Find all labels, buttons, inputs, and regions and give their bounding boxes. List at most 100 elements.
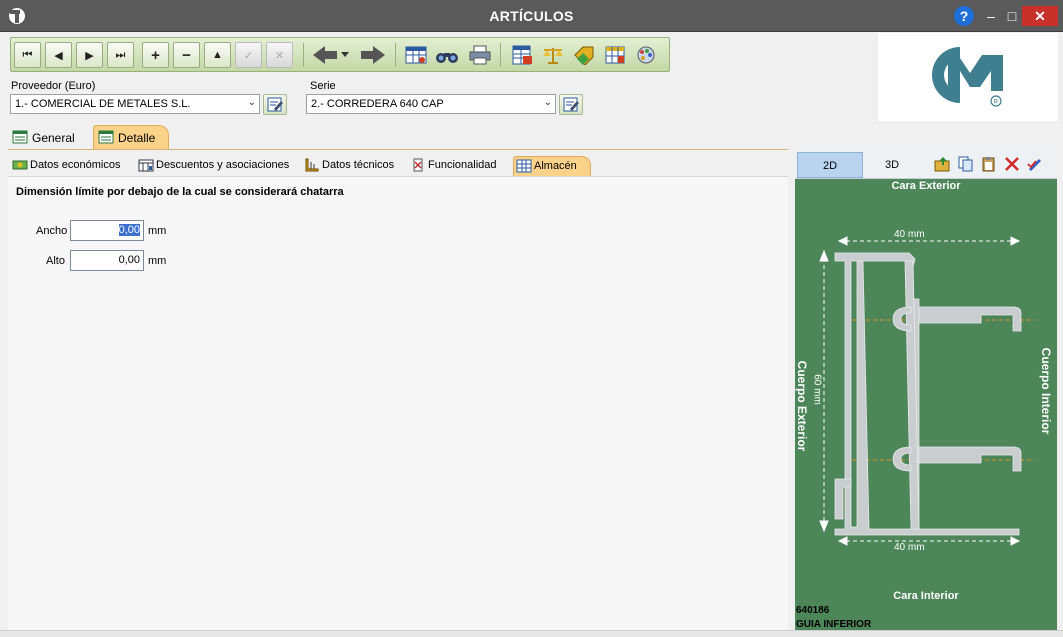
delete-x-icon — [1005, 157, 1019, 171]
subtab-datos-economicos[interactable]: Datos económicos — [10, 156, 130, 176]
ancho-input[interactable]: 0,00 — [70, 220, 144, 241]
plus-icon: + — [151, 46, 160, 64]
title-bar: ARTÍCULOS ? – □ ✕ — [0, 0, 1063, 32]
tab-general[interactable]: General — [8, 126, 88, 150]
grid-icon — [605, 46, 624, 64]
print-button[interactable] — [466, 42, 493, 68]
palette-button[interactable] — [632, 42, 659, 68]
toolbar-separator — [303, 43, 304, 67]
subtab-label: Datos técnicos — [322, 159, 395, 171]
section-title: Dimensión límite por debajo de la cual s… — [16, 186, 344, 198]
warehouse-grid-icon — [516, 159, 532, 173]
cancel-edit-button[interactable]: ✕ — [266, 42, 293, 68]
table-icon — [405, 46, 426, 64]
ancho-label: Ancho — [36, 225, 68, 237]
profile-section-shape — [819, 236, 1035, 546]
subtab-label: Almacén — [534, 160, 577, 172]
form-icon — [12, 130, 28, 144]
edit-record-button[interactable]: ▲ — [204, 42, 231, 68]
copy-button[interactable] — [956, 154, 976, 174]
subtab-descuentos[interactable]: Descuentos y asociaciones — [136, 156, 296, 176]
serie-edit-button[interactable] — [559, 94, 583, 115]
ancho-value: 0,00 — [118, 224, 140, 236]
tab-detalle[interactable]: Detalle — [93, 125, 169, 150]
back-button[interactable] — [310, 42, 352, 68]
next-record-button[interactable]: ▶ — [76, 42, 103, 68]
tab-underline — [8, 149, 788, 150]
company-logo: R — [878, 33, 1058, 121]
search-button[interactable] — [433, 42, 460, 68]
subtab-almacen[interactable]: Almacén — [513, 156, 591, 176]
delete-drawing-button[interactable] — [1002, 154, 1022, 174]
almacen-panel — [8, 176, 788, 630]
serie-select[interactable]: 2.- CORREDERA 640 CAP ⌄ — [306, 94, 556, 114]
alto-input[interactable]: 0,00 — [70, 250, 144, 271]
scales-icon — [542, 48, 563, 64]
tab-3d[interactable]: 3D — [859, 152, 925, 178]
svg-text:R: R — [994, 100, 999, 106]
forward-button[interactable] — [356, 42, 388, 68]
money-icon — [12, 160, 28, 170]
spreadsheet-button[interactable] — [508, 42, 535, 68]
window-title: ARTÍCULOS — [489, 8, 574, 24]
previous-icon: ◀ — [54, 49, 63, 62]
first-record-button[interactable]: ⏮ — [14, 42, 41, 68]
serie-label: Serie — [310, 80, 336, 92]
copy-icon — [958, 156, 973, 172]
import-button[interactable] — [933, 154, 953, 174]
form-icon — [98, 130, 114, 144]
spreadsheet-icon — [512, 45, 532, 65]
printer-icon — [469, 45, 490, 65]
tab-general-label: General — [32, 131, 75, 145]
subtab-label: Datos económicos — [30, 159, 121, 171]
subtab-funcionalidad[interactable]: Funcionalidad — [408, 156, 508, 176]
folder-import-icon — [934, 157, 950, 172]
alto-label: Alto — [46, 255, 65, 267]
help-button[interactable]: ? — [954, 6, 974, 26]
toolbar-separator — [500, 43, 501, 67]
last-record-button[interactable]: ⏭ — [107, 42, 134, 68]
palette-icon — [637, 46, 654, 64]
confirm-button[interactable]: ✓ — [235, 42, 262, 68]
proveedor-edit-button[interactable] — [263, 94, 287, 115]
close-button[interactable]: ✕ — [1022, 6, 1058, 26]
delete-record-button[interactable]: − — [173, 42, 200, 68]
cm-logo-icon: R — [931, 46, 1003, 107]
minus-icon: − — [182, 46, 191, 64]
calendar-icon — [138, 159, 154, 172]
grid-button[interactable] — [601, 42, 628, 68]
status-bar — [0, 630, 1063, 637]
proveedor-label: Proveedor (Euro) — [11, 80, 96, 92]
functionality-icon — [413, 158, 423, 172]
tag-button[interactable] — [570, 42, 597, 68]
profile-drawing: Cara Exterior Cara Interior Cuerpo Exter… — [795, 179, 1057, 630]
subtab-label: Funcionalidad — [428, 159, 497, 171]
ancho-unit: mm — [148, 225, 167, 237]
alto-unit: mm — [148, 255, 167, 267]
drawing-toolbar: 2D 3D — [795, 150, 1057, 179]
paste-icon — [982, 157, 995, 172]
x-icon: ✕ — [274, 49, 285, 62]
serie-value: 2.- CORREDERA 640 CAP — [311, 98, 444, 110]
edit-note-icon — [563, 97, 579, 112]
previous-record-button[interactable]: ◀ — [45, 42, 72, 68]
scales-button[interactable] — [539, 42, 566, 68]
paste-button[interactable] — [979, 154, 999, 174]
chevron-down-icon: ⌄ — [543, 97, 552, 108]
table-view-button[interactable] — [402, 42, 429, 68]
last-icon: ⏭ — [115, 48, 126, 61]
tab-2d[interactable]: 2D — [797, 152, 863, 178]
edit-note-icon — [267, 97, 283, 112]
maximize-button[interactable]: □ — [1002, 7, 1022, 25]
edit-drawing-button[interactable] — [1025, 154, 1045, 174]
chevron-down-icon: ⌄ — [247, 97, 256, 108]
minimize-button[interactable]: – — [981, 7, 1001, 25]
subtab-datos-tecnicos[interactable]: Datos técnicos — [302, 156, 402, 176]
alto-value: 0,00 — [118, 254, 140, 266]
tag-icon — [573, 46, 593, 65]
add-record-button[interactable]: + — [142, 42, 169, 68]
proveedor-select[interactable]: 1.- COMERCIAL DE METALES S.L. ⌄ — [10, 94, 260, 114]
main-toolbar: ⏮ ◀ ▶ ⏭ + − ▲ ✓ ✕ — [10, 37, 670, 72]
check-icon: ✓ — [243, 49, 254, 62]
first-icon: ⏮ — [22, 48, 33, 61]
